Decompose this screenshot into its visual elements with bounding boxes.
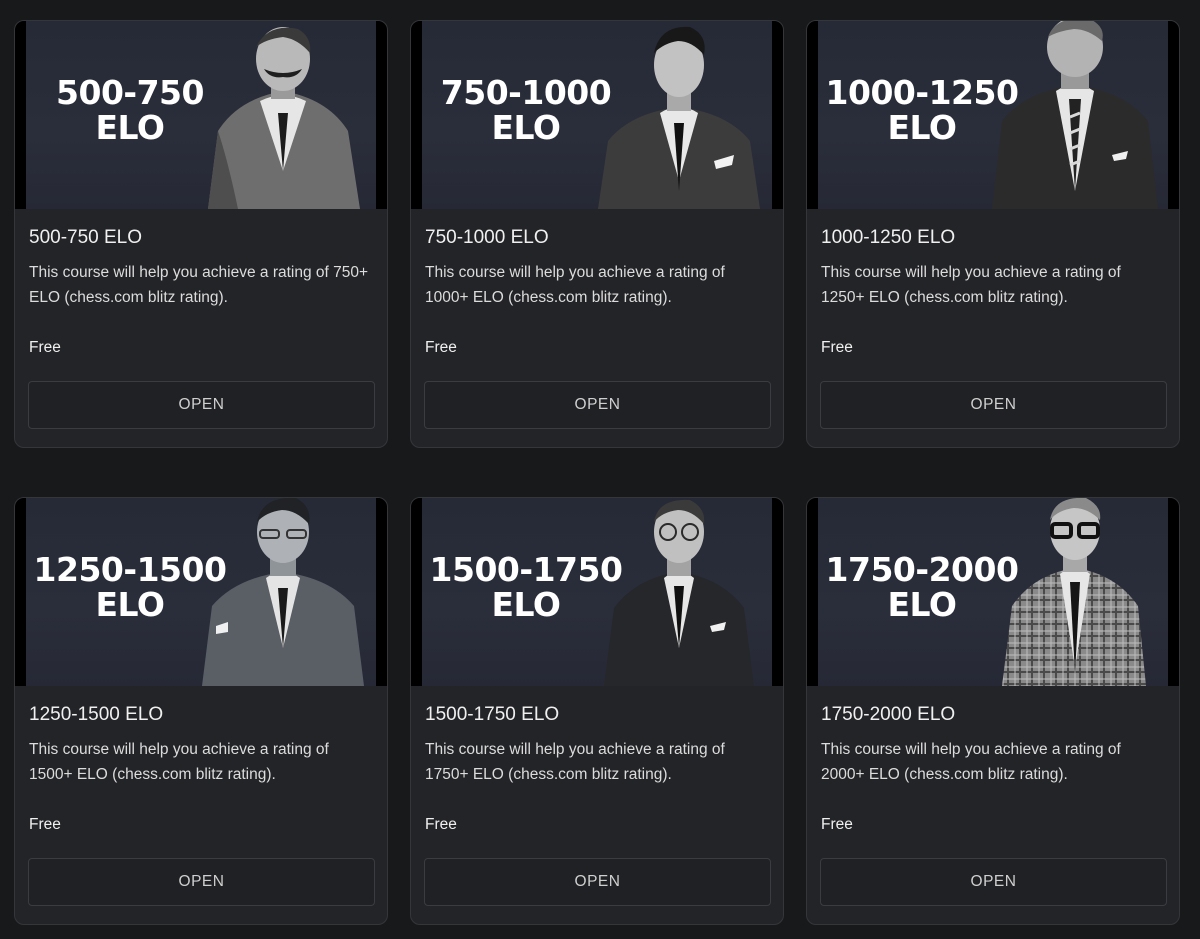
course-title: 1500-1750 ELO <box>425 704 560 725</box>
course-price: Free <box>425 339 457 356</box>
course-banner: 1750-2000 ELO <box>807 498 1179 686</box>
course-card: 500-750 ELO 500-750 ELO This course will… <box>14 20 388 448</box>
portrait-image <box>1002 498 1146 686</box>
course-title: 500-750 ELO <box>29 227 143 248</box>
course-banner: 500-750 ELO <box>15 21 387 209</box>
course-description: This course will help you achieve a rati… <box>821 741 1121 783</box>
course-banner: 1000-1250 ELO <box>807 21 1179 209</box>
course-price: Free <box>29 339 61 356</box>
portrait-image <box>598 26 760 209</box>
open-button[interactable]: OPEN <box>424 381 771 429</box>
course-title: 1250-1500 ELO <box>29 704 164 725</box>
open-button[interactable]: OPEN <box>820 858 1167 906</box>
course-card: 750-1000 ELO 750-1000 ELO This course wi… <box>410 20 784 448</box>
course-banner: 1500-1750 ELO <box>411 498 783 686</box>
course-banner: 1250-1500 ELO <box>15 498 387 686</box>
course-title: 1750-2000 ELO <box>821 704 956 725</box>
open-button[interactable]: OPEN <box>28 381 375 429</box>
course-description: This course will help you achieve a rati… <box>29 264 369 306</box>
course-description: This course will help you achieve a rati… <box>821 264 1121 306</box>
course-price: Free <box>425 816 457 833</box>
course-description: This course will help you achieve a rati… <box>29 741 329 783</box>
course-price: Free <box>821 339 853 356</box>
portrait-image <box>992 21 1158 209</box>
open-button[interactable]: OPEN <box>820 381 1167 429</box>
course-card: 1250-1500 ELO 1250-1500 ELO This course … <box>14 497 388 925</box>
course-grid: 500-750 ELO 500-750 ELO This course will… <box>0 0 1200 939</box>
open-button[interactable]: OPEN <box>424 858 771 906</box>
course-price: Free <box>821 816 853 833</box>
portrait-image <box>604 499 754 686</box>
course-description: This course will help you achieve a rati… <box>425 741 725 783</box>
course-description: This course will help you achieve a rati… <box>425 264 725 306</box>
open-button[interactable]: OPEN <box>28 858 375 906</box>
portrait-image <box>202 498 364 686</box>
course-price: Free <box>29 816 61 833</box>
portrait-image <box>208 27 360 209</box>
course-title: 750-1000 ELO <box>425 227 549 248</box>
course-card: 1000-1250 ELO 1000-1250 ELO This course … <box>806 20 1180 448</box>
course-card: 1750-2000 ELO 1750-2000 ELO This course … <box>806 497 1180 925</box>
course-title: 1000-1250 ELO <box>821 227 956 248</box>
course-card: 1500-1750 ELO 1500-1750 ELO This course … <box>410 497 784 925</box>
course-banner: 750-1000 ELO <box>411 21 783 209</box>
